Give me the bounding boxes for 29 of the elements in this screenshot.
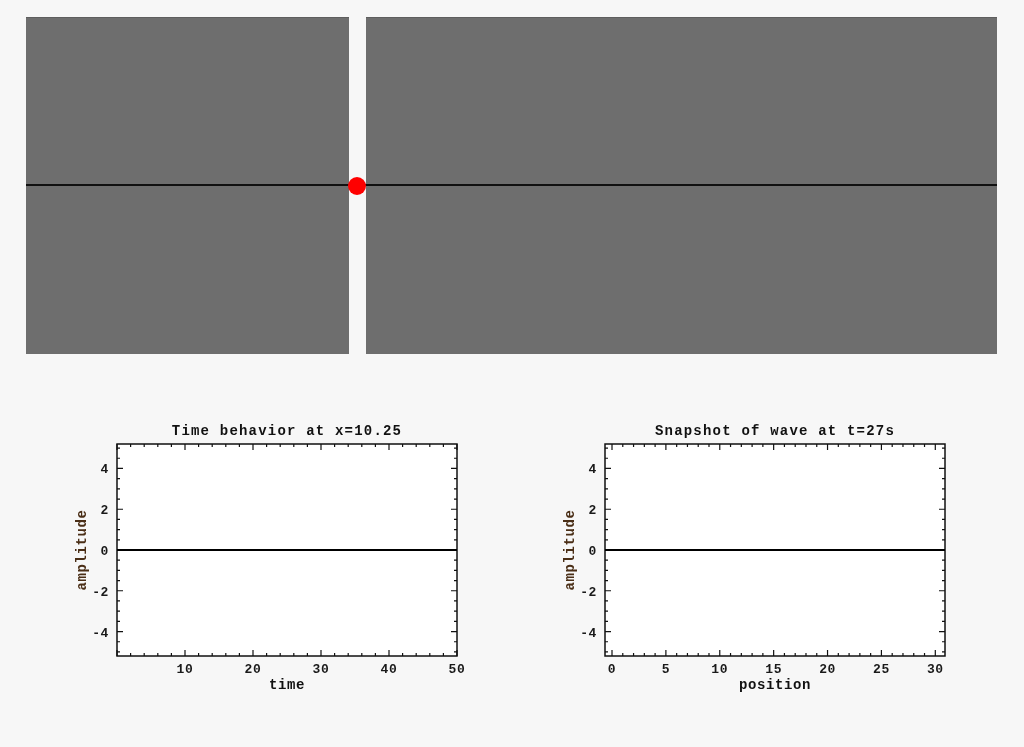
tick-label: 40 (380, 662, 398, 677)
axis-label: time (269, 677, 305, 693)
tick-label: 30 (312, 662, 330, 677)
chart-title: Snapshot of wave at t=27s (655, 423, 895, 439)
tick-label: 0 (588, 544, 597, 559)
bead-marker-icon (348, 177, 366, 195)
tick-label: 10 (711, 662, 729, 677)
tick-label: 0 (607, 662, 617, 677)
chart-title: Time behavior at x=10.25 (171, 423, 403, 439)
tick-label: 20 (244, 662, 262, 677)
tick-label: 25 (873, 662, 890, 677)
tick-label: -2 (92, 584, 109, 600)
tick-label: 5 (661, 662, 671, 677)
axis-label: amplitude (74, 509, 90, 591)
tick-label: 15 (765, 662, 783, 677)
tick-label: 4 (100, 462, 109, 478)
tick-label: 30 (926, 662, 944, 677)
tick-label: 2 (588, 503, 597, 519)
tick-label: 10 (176, 662, 194, 677)
tick-label: 2 (100, 503, 109, 519)
tick-label: 50 (448, 662, 466, 677)
axis-label: position (739, 677, 811, 693)
tick-label: -2 (580, 584, 597, 600)
tick-label: -4 (580, 625, 597, 641)
tick-label: 20 (819, 662, 836, 677)
tick-label: -4 (92, 625, 109, 641)
tick-label: 0 (100, 544, 109, 559)
axis-label: amplitude (562, 509, 578, 591)
tick-label: 4 (588, 462, 597, 478)
